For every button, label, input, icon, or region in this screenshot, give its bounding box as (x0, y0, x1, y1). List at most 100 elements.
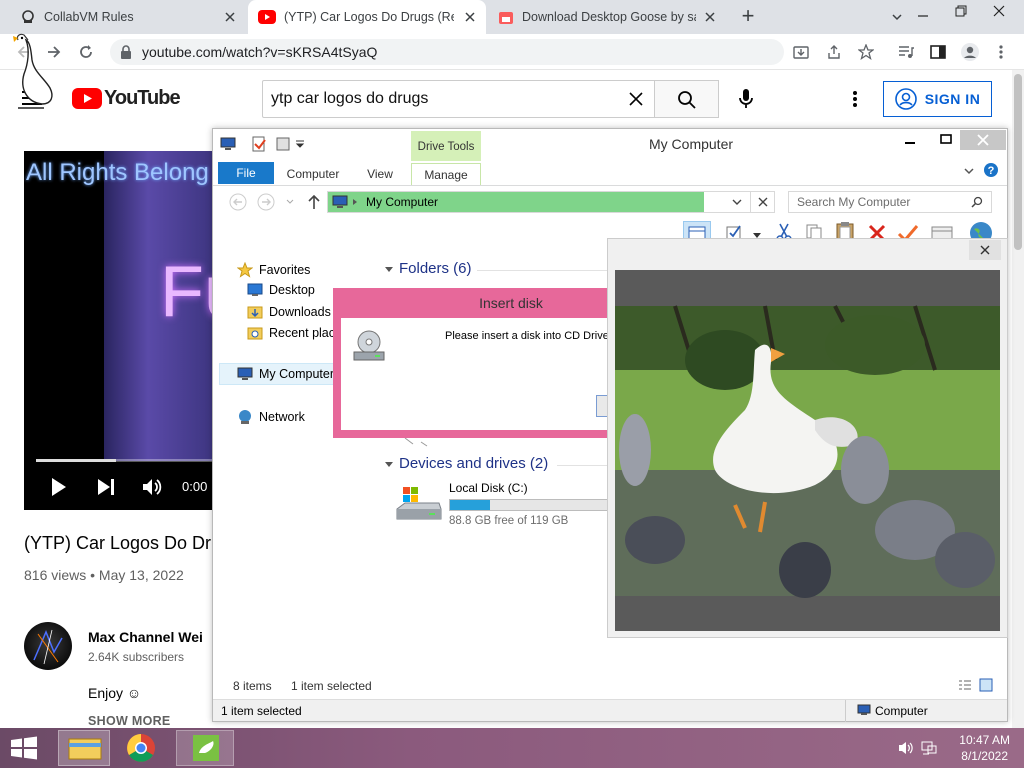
show-more-button[interactable]: SHOW MORE (88, 714, 171, 728)
scrollbar-thumb[interactable] (1014, 74, 1022, 250)
disk-drive-icon (351, 328, 387, 364)
nav-my-computer[interactable]: My Computer (237, 367, 334, 381)
forward-nav-icon[interactable] (257, 193, 275, 211)
clock-date[interactable]: 8/1/2022 (950, 749, 1008, 763)
profile-avatar-icon[interactable] (960, 42, 980, 62)
svg-text:?: ? (988, 165, 995, 177)
media-controls-icon[interactable] (898, 44, 914, 60)
page-scrollbar[interactable] (1012, 70, 1024, 728)
youtube-logo[interactable]: YouTube (72, 87, 181, 110)
nav-recent-label: Recent places (269, 326, 337, 340)
explorer-titlebar[interactable] (213, 129, 1007, 159)
tab-desktop-goose[interactable]: Download Desktop Goose by samperson (488, 0, 726, 34)
nav-downloads[interactable]: Downloads (247, 304, 331, 320)
itchio-favicon-icon (498, 9, 514, 25)
clear-search-icon[interactable] (628, 91, 644, 107)
clock-time[interactable]: 10:47 AM (950, 733, 1010, 747)
play-icon[interactable] (50, 477, 68, 497)
minimize-explorer-icon[interactable] (903, 135, 917, 147)
drive-name: Local Disk (C:) (449, 481, 528, 495)
tab-collabvm-rules[interactable]: CollabVM Rules (8, 0, 246, 34)
youtube-play-logo-icon (72, 88, 102, 109)
close-image-window-button[interactable] (969, 240, 1001, 260)
reload-icon[interactable] (78, 44, 94, 60)
breadcrumb-arrow-icon (352, 198, 358, 206)
close-explorer-button[interactable] (960, 130, 1006, 150)
channel-name[interactable]: Max Channel Wei (88, 629, 203, 645)
tab-file[interactable]: File (218, 162, 274, 184)
new-tab-button[interactable]: + (736, 5, 760, 29)
taskbar-desktop-goose[interactable] (176, 730, 234, 766)
computer-quickaccess-icon (220, 137, 236, 151)
subscriber-count: 2.64K subscribers (88, 650, 185, 664)
star-icon (237, 262, 253, 278)
address-box[interactable]: My Computer (327, 191, 775, 213)
nav-favorites[interactable]: Favorites (237, 262, 310, 278)
nav-network[interactable]: Network (237, 409, 305, 425)
youtube-search-button[interactable] (655, 80, 719, 118)
address-dropdown-icon[interactable] (732, 198, 742, 206)
details-view-icon[interactable] (958, 679, 972, 691)
video-player[interactable]: All Rights Belong Fu 0:00 (24, 151, 214, 510)
install-app-icon[interactable] (793, 44, 809, 60)
close-tab-icon[interactable] (462, 9, 478, 25)
tab-view[interactable]: View (353, 163, 407, 185)
microphone-icon[interactable] (738, 88, 754, 110)
browser-menu-icon[interactable] (998, 44, 1004, 60)
status-item-count: 8 items (233, 679, 272, 693)
minimize-window-icon[interactable] (916, 8, 930, 22)
computer-icon (332, 195, 348, 209)
new-folder-icon[interactable] (275, 136, 291, 152)
back-nav-icon[interactable] (229, 193, 247, 211)
tab-youtube-video[interactable]: (YTP) Car Logos Do Drugs (Reupload) (248, 0, 486, 34)
start-button[interactable] (0, 730, 48, 766)
tab-manage[interactable]: Manage (411, 163, 481, 185)
devices-section-label: Devices and drives (2) (399, 455, 549, 472)
network-tray-icon[interactable] (920, 740, 938, 756)
tab-computer[interactable]: Computer (279, 163, 347, 185)
volume-icon[interactable] (142, 477, 164, 497)
expand-ribbon-icon[interactable] (963, 166, 975, 176)
up-level-icon[interactable] (307, 193, 321, 211)
youtube-search-input[interactable]: ytp car logos do drugs (262, 80, 655, 118)
local-disk-item[interactable]: Local Disk (C:) 88.8 GB free of 119 GB (395, 481, 615, 531)
close-tab-icon[interactable] (222, 9, 238, 25)
video-title: (YTP) Car Logos Do Dru (24, 533, 222, 553)
side-panel-icon[interactable] (930, 44, 946, 60)
share-icon[interactable] (826, 44, 842, 60)
my-computer-icon (237, 367, 253, 381)
devices-section-header[interactable]: Devices and drives (2) (385, 455, 548, 472)
taskbar-chrome[interactable] (116, 730, 166, 766)
recent-locations-icon[interactable] (286, 199, 294, 205)
clear-address-icon[interactable] (750, 192, 774, 212)
folders-section-header[interactable]: Folders (6) (385, 260, 472, 277)
collabvm-favicon-icon (20, 9, 36, 25)
large-icons-view-icon[interactable] (979, 678, 993, 692)
sign-in-button[interactable]: SIGN IN (883, 81, 992, 117)
customize-qat-icon[interactable] (295, 140, 305, 148)
tab-search-chevron-icon[interactable] (890, 10, 904, 24)
desktop-goose[interactable] (4, 30, 56, 114)
properties-icon[interactable] (251, 136, 267, 152)
close-tab-icon[interactable] (702, 9, 718, 25)
video-description: Enjoy ☺ (88, 685, 142, 701)
dialog-body: Please insert a disk into CD Drive (D:). (341, 318, 613, 430)
nav-desktop[interactable]: Desktop (247, 283, 315, 297)
dialog-message: Please insert a disk into CD Drive (D:). (445, 330, 613, 342)
nav-recent-places[interactable]: Recent places (247, 325, 337, 341)
status-selected-count: 1 item selected (291, 679, 372, 693)
restore-window-icon[interactable] (954, 4, 968, 18)
channel-avatar[interactable] (24, 622, 72, 670)
next-icon[interactable] (96, 477, 116, 497)
address-bar[interactable]: youtube.com/watch?v=sKRSA4tSyaQ (110, 39, 784, 65)
video-progress-track[interactable] (36, 459, 214, 462)
close-window-icon[interactable] (992, 4, 1006, 18)
settings-kebab-icon[interactable] (852, 90, 858, 108)
taskbar-file-explorer[interactable] (58, 730, 110, 766)
volume-tray-icon[interactable] (898, 740, 914, 756)
drive-usage-fill (450, 500, 490, 510)
help-icon[interactable]: ? (983, 162, 999, 178)
explorer-search-box[interactable]: Search My Computer (788, 191, 992, 213)
bookmark-star-icon[interactable] (858, 44, 874, 60)
maximize-explorer-icon[interactable] (939, 133, 953, 145)
